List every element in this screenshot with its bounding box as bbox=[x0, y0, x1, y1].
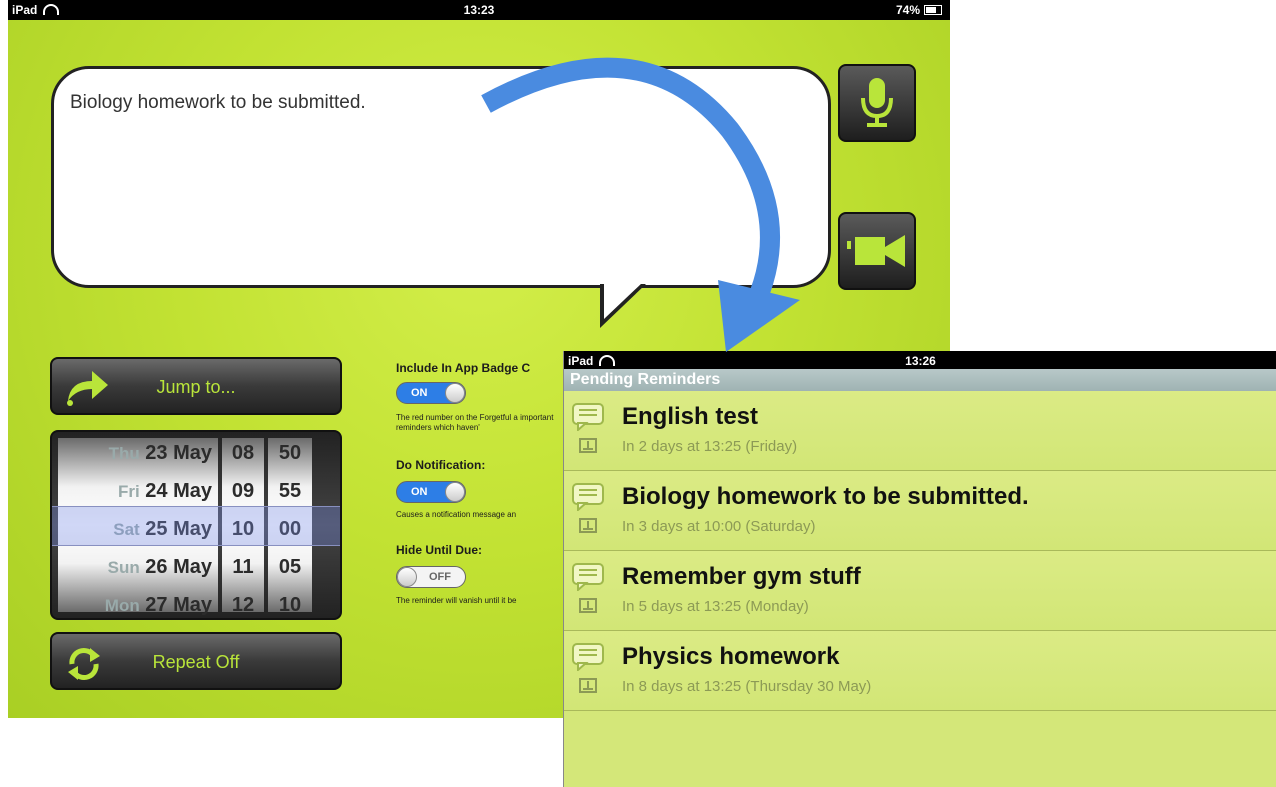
note-icon bbox=[579, 598, 597, 613]
notification-toggle[interactable]: ON bbox=[396, 481, 466, 503]
picker-date-row: Fri 24 May bbox=[117, 480, 212, 502]
notification-option-label: Do Notification: bbox=[396, 458, 486, 472]
badge-option-label: Include In App Badge C bbox=[396, 361, 531, 375]
repeat-label: Repeat Off bbox=[152, 652, 240, 672]
microphone-button[interactable] bbox=[838, 64, 916, 142]
reminder-title: Biology homework to be submitted. bbox=[622, 483, 1029, 510]
status-bar: iPad 13:26 bbox=[564, 351, 1276, 369]
badge-toggle[interactable]: ON bbox=[396, 382, 466, 404]
reminder-row[interactable]: Remember gym stuff In 5 days at 13:25 (M… bbox=[564, 551, 1276, 631]
picker-hour: 08 bbox=[231, 442, 255, 464]
battery-icon bbox=[924, 5, 942, 15]
reminder-title: Physics homework bbox=[622, 643, 840, 670]
reminder-subtitle: In 3 days at 10:00 (Saturday) bbox=[622, 518, 816, 535]
battery-percent: 74% bbox=[895, 3, 920, 17]
picker-selection-band bbox=[52, 506, 340, 546]
clock: 13:26 bbox=[905, 354, 936, 368]
note-icon bbox=[579, 678, 597, 693]
pending-reminders-screen: iPad 13:26 Pending Reminders English tes… bbox=[563, 351, 1276, 787]
picker-minute: 10 bbox=[278, 594, 302, 616]
reminder-text-input[interactable]: Biology homework to be submitted. bbox=[70, 92, 366, 114]
reminder-row[interactable]: Physics homework In 8 days at 13:25 (Thu… bbox=[564, 631, 1276, 711]
picker-minute: 50 bbox=[278, 442, 302, 464]
reminder-list: English test In 2 days at 13:25 (Friday)… bbox=[564, 391, 1276, 711]
status-bar: iPad 13:23 74% bbox=[8, 0, 950, 20]
hide-option-note: The reminder will vanish until it be bbox=[396, 596, 517, 605]
reminder-title: Remember gym stuff bbox=[622, 563, 861, 590]
notification-option-note: Causes a notification message an bbox=[396, 510, 517, 519]
message-icon bbox=[572, 643, 604, 673]
message-icon bbox=[572, 403, 604, 433]
hide-toggle[interactable]: OFF bbox=[396, 566, 466, 588]
picker-hour: 12 bbox=[231, 594, 255, 616]
nav-title: Pending Reminders bbox=[564, 369, 1276, 391]
note-icon bbox=[579, 518, 597, 533]
jump-to-label: Jump to... bbox=[156, 377, 236, 397]
picker-minute: 55 bbox=[278, 480, 302, 502]
picker-hour: 09 bbox=[231, 480, 255, 502]
video-button[interactable] bbox=[838, 212, 916, 290]
video-camera-icon bbox=[847, 235, 905, 267]
date-time-picker[interactable]: Thu 23 May Fri 24 May Sat 25 May Sun 26 … bbox=[50, 430, 342, 620]
badge-option-note: The red number on the Forgetful a import… bbox=[396, 413, 554, 432]
picker-date-row: Thu 23 May bbox=[108, 442, 212, 464]
jump-to-button[interactable]: Jump to... bbox=[50, 357, 342, 415]
message-icon bbox=[572, 563, 604, 593]
repeat-button[interactable]: Repeat Off bbox=[50, 632, 342, 690]
hide-option-label: Hide Until Due: bbox=[396, 543, 482, 557]
message-icon bbox=[572, 483, 604, 513]
reminder-subtitle: In 8 days at 13:25 (Thursday 30 May) bbox=[622, 678, 872, 695]
picker-date-row: Sun 26 May bbox=[107, 556, 212, 578]
picker-date-row: Mon 27 May bbox=[104, 594, 212, 616]
reminder-subtitle: In 2 days at 13:25 (Friday) bbox=[622, 438, 798, 455]
picker-hour: 11 bbox=[232, 556, 254, 578]
clock: 13:23 bbox=[463, 3, 495, 17]
reminder-subtitle: In 5 days at 13:25 (Monday) bbox=[622, 598, 809, 615]
reminder-row[interactable]: Biology homework to be submitted. In 3 d… bbox=[564, 471, 1276, 551]
reminder-title: English test bbox=[622, 403, 759, 430]
note-icon bbox=[579, 438, 597, 453]
picker-minute: 05 bbox=[278, 556, 302, 578]
microphone-icon bbox=[861, 78, 893, 127]
reminder-row[interactable]: English test In 2 days at 13:25 (Friday) bbox=[564, 391, 1276, 471]
